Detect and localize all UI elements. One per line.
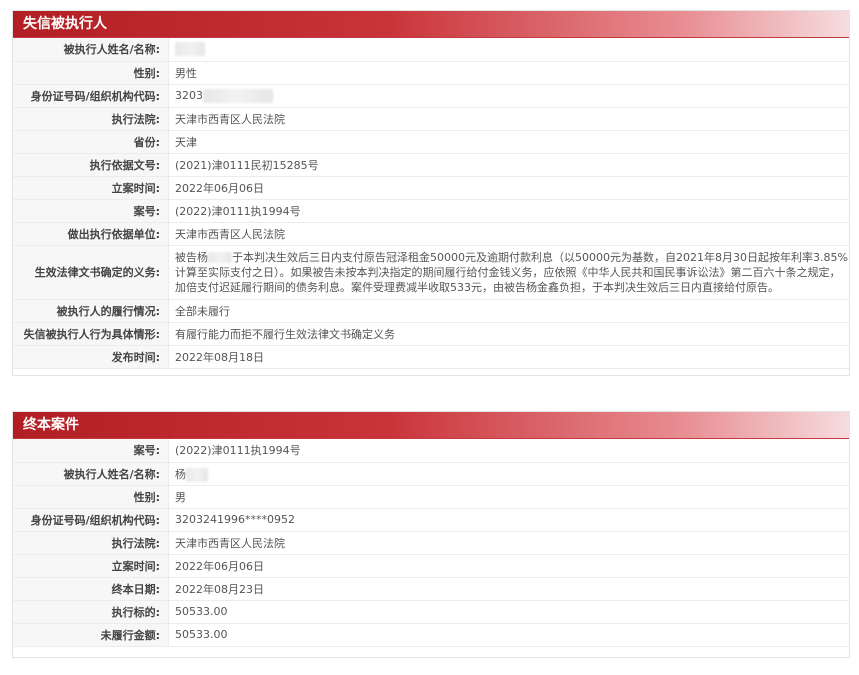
table-row: 被执行人姓名/名称: <box>13 38 849 62</box>
field-label: 省份: <box>13 130 169 154</box>
field-label: 生效法律文书确定的义务: <box>13 245 169 300</box>
redacted-mask <box>203 88 273 103</box>
court-value: 天津市西青区人民法院 <box>168 531 849 555</box>
obligation-value: 被告杨 于本判决生效后三日内支付原告冠泽租金50000元及逾期付款利息（以5000… <box>168 245 849 300</box>
field-label: 立案时间: <box>13 176 169 200</box>
performance-value: 全部未履行 <box>168 299 849 323</box>
id-number-value: 3203241996****0952 <box>168 508 849 532</box>
field-label: 案号: <box>13 439 169 463</box>
case-number-value: (2022)津0111执1994号 <box>168 439 849 463</box>
field-label: 性别: <box>13 485 169 509</box>
redacted-mask <box>208 252 232 263</box>
field-label: 被执行人姓名/名称: <box>13 38 169 62</box>
field-label: 被执行人的履行情况: <box>13 299 169 323</box>
table-row: 案号: (2022)津0111执1994号 <box>13 199 849 223</box>
table-row: 立案时间: 2022年06月06日 <box>13 176 849 200</box>
table-row: 被执行人姓名/名称: 杨 <box>13 462 849 486</box>
field-label: 执行依据文号: <box>13 153 169 177</box>
field-label: 案号: <box>13 199 169 223</box>
dishonest-debtor-panel: 失信被执行人 被执行人姓名/名称: 性别: 男性 身份证号码/组织机构代码: 3… <box>12 10 850 376</box>
terminated-case-panel: 终本案件 案号: (2022)津0111执1994号 被执行人姓名/名称: 杨 … <box>12 411 850 658</box>
province-value: 天津 <box>168 130 849 154</box>
table-row: 案号: (2022)津0111执1994号 <box>13 439 849 463</box>
filing-date-value: 2022年06月06日 <box>168 554 849 578</box>
filing-date-value: 2022年06月06日 <box>168 176 849 200</box>
table-row: 做出执行依据单位: 天津市西青区人民法院 <box>13 222 849 246</box>
debtor-info-table: 被执行人姓名/名称: 性别: 男性 身份证号码/组织机构代码: 3203 执行法… <box>13 38 849 369</box>
court-value: 天津市西青区人民法院 <box>168 107 849 131</box>
field-label: 身份证号码/组织机构代码: <box>13 508 169 532</box>
debtor-name-value <box>168 38 849 62</box>
table-row: 失信被执行人行为具体情形: 有履行能力而拒不履行生效法律文书确定义务 <box>13 322 849 346</box>
case-number-value: (2022)津0111执1994号 <box>168 199 849 223</box>
gender-value: 男性 <box>168 61 849 85</box>
table-row: 生效法律文书确定的义务: 被告杨 于本判决生效后三日内支付原告冠泽租金50000元… <box>13 245 849 300</box>
redacted-mask <box>186 467 208 482</box>
table-row: 性别: 男 <box>13 485 849 509</box>
field-label: 执行法院: <box>13 531 169 555</box>
table-row: 省份: 天津 <box>13 130 849 154</box>
redacted-mask <box>175 42 205 57</box>
issuing-unit-value: 天津市西青区人民法院 <box>168 222 849 246</box>
section-title: 终本案件 <box>13 412 849 439</box>
field-label: 发布时间: <box>13 345 169 369</box>
field-label: 未履行金额: <box>13 623 169 647</box>
table-row: 执行法院: 天津市西青区人民法院 <box>13 107 849 131</box>
field-label: 身份证号码/组织机构代码: <box>13 84 169 108</box>
publish-date-value: 2022年08月18日 <box>168 345 849 369</box>
table-row: 执行标的: 50533.00 <box>13 600 849 624</box>
table-row: 终本日期: 2022年08月23日 <box>13 577 849 601</box>
basis-doc-value: (2021)津0111民初15285号 <box>168 153 849 177</box>
table-row: 性别: 男性 <box>13 61 849 85</box>
field-label: 立案时间: <box>13 554 169 578</box>
debtor-name-value: 杨 <box>168 462 849 486</box>
table-row: 执行依据文号: (2021)津0111民初15285号 <box>13 153 849 177</box>
termination-date-value: 2022年08月23日 <box>168 577 849 601</box>
table-row: 被执行人的履行情况: 全部未履行 <box>13 299 849 323</box>
field-label: 被执行人姓名/名称: <box>13 462 169 486</box>
execution-amount-value: 50533.00 <box>168 600 849 624</box>
gender-value: 男 <box>168 485 849 509</box>
field-label: 执行标的: <box>13 600 169 624</box>
terminated-case-table: 案号: (2022)津0111执1994号 被执行人姓名/名称: 杨 性别: 男… <box>13 439 849 647</box>
table-row: 执行法院: 天津市西青区人民法院 <box>13 531 849 555</box>
id-number-value: 3203 <box>168 84 849 108</box>
field-label: 性别: <box>13 61 169 85</box>
table-row: 身份证号码/组织机构代码: 3203241996****0952 <box>13 508 849 532</box>
field-label: 终本日期: <box>13 577 169 601</box>
behavior-value: 有履行能力而拒不履行生效法律文书确定义务 <box>168 322 849 346</box>
section-title: 失信被执行人 <box>13 11 849 38</box>
table-row: 立案时间: 2022年06月06日 <box>13 554 849 578</box>
table-row: 未履行金额: 50533.00 <box>13 623 849 647</box>
table-row: 身份证号码/组织机构代码: 3203 <box>13 84 849 108</box>
field-label: 做出执行依据单位: <box>13 222 169 246</box>
table-row: 发布时间: 2022年08月18日 <box>13 345 849 369</box>
field-label: 失信被执行人行为具体情形: <box>13 322 169 346</box>
unpaid-amount-value: 50533.00 <box>168 623 849 647</box>
field-label: 执行法院: <box>13 107 169 131</box>
